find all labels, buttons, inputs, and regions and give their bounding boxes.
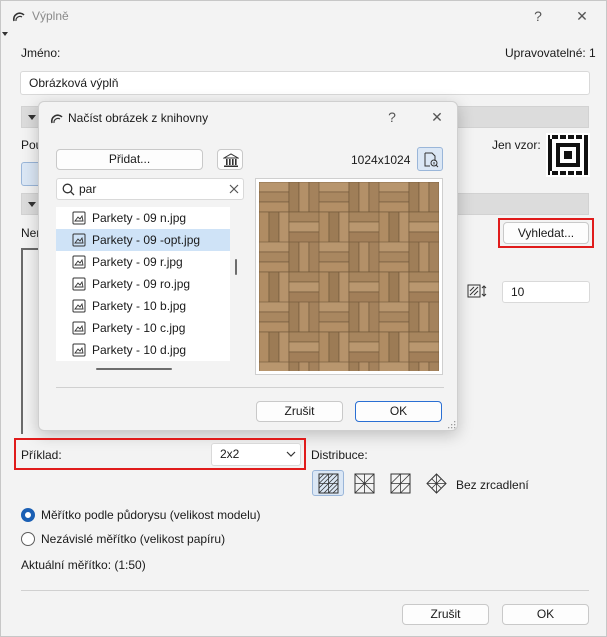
- clear-icon[interactable]: [229, 184, 239, 194]
- search-box[interactable]: par: [56, 178, 244, 200]
- editable-count: Upravovatelné: 1: [505, 46, 596, 60]
- image-file-icon: [72, 277, 86, 291]
- list-item-label: Parkety - 10 d.jpg: [92, 343, 187, 357]
- list-scrollbar[interactable]: [235, 259, 237, 275]
- list-item-label: Parkety - 10 b.jpg: [92, 299, 187, 313]
- list-h-scrollbar[interactable]: [96, 368, 172, 370]
- list-item-label: Parkety - 10 c.jpg: [92, 321, 186, 335]
- add-button[interactable]: Přidat...: [56, 149, 203, 170]
- distribution-option-2[interactable]: [348, 470, 380, 496]
- list-item[interactable]: Parkety - 10 b.jpg: [56, 295, 230, 317]
- tile-distribution-icon: [354, 473, 375, 494]
- dialog-close-button[interactable]: ✕: [422, 105, 452, 129]
- distribution-option-1[interactable]: [312, 470, 344, 496]
- dialog-separator: [56, 387, 444, 388]
- dialog-help-button[interactable]: ?: [377, 105, 407, 129]
- example-label: Příklad:: [21, 448, 62, 462]
- tile-distribution-icon: [426, 473, 447, 494]
- list-item[interactable]: Parkety - 10 c.jpg: [56, 317, 230, 339]
- image-file-icon: [72, 321, 86, 335]
- image-resolution: 1024x1024: [351, 153, 411, 167]
- menu-caret-icon: [2, 32, 8, 36]
- list-item-label: Parkety - 09 ro.jpg: [92, 277, 191, 291]
- image-preview: [255, 178, 443, 375]
- scale-model-radio[interactable]: [21, 508, 35, 522]
- dialog-ok-button[interactable]: OK: [355, 401, 442, 422]
- parquet-texture: [259, 182, 439, 371]
- ok-button[interactable]: OK: [502, 604, 589, 625]
- image-list[interactable]: Parkety - 09 n.jpg Parkety - 09 -opt.jpg P…: [56, 207, 230, 361]
- window-title: Výplně: [32, 9, 69, 23]
- scale-paper-radio[interactable]: [21, 532, 35, 546]
- list-item-label: Parkety - 09 r.jpg: [92, 255, 183, 269]
- name-input[interactable]: Obrázková výplň: [20, 71, 590, 95]
- help-button[interactable]: ?: [523, 4, 553, 28]
- load-image-dialog: Načíst obrázek z knihovny ? ✕ Přidat... …: [38, 101, 458, 431]
- image-file-icon: [72, 255, 86, 269]
- image-file-icon: [72, 343, 86, 357]
- mirror-label: Bez zrcadlení: [456, 478, 529, 492]
- name-label: Jméno:: [21, 46, 61, 60]
- list-item[interactable]: Parkety - 09 -opt.jpg: [56, 229, 230, 251]
- footer-separator: [21, 590, 589, 591]
- scale-paper-label[interactable]: Nezávislé měřítko (velikost papíru): [41, 532, 225, 546]
- list-item-label: Parkety - 09 n.jpg: [92, 211, 187, 225]
- list-item-label: Parkety - 09 -opt.jpg: [92, 233, 201, 247]
- chevron-down-icon: [28, 202, 36, 207]
- preview-frame-edge: [21, 248, 23, 434]
- example-select[interactable]: 2x2: [211, 443, 301, 466]
- search-icon: [62, 183, 75, 196]
- distribution-option-3[interactable]: [384, 470, 416, 496]
- list-item[interactable]: Parkety - 10 d.jpg: [56, 339, 230, 361]
- close-button[interactable]: ✕: [567, 4, 597, 28]
- example-value: 2x2: [220, 447, 240, 461]
- app-icon: [50, 114, 63, 124]
- chevron-down-icon: [286, 451, 296, 457]
- tile-distribution-icon: [390, 473, 411, 494]
- library-icon: [223, 153, 239, 167]
- image-file-icon: [72, 299, 86, 313]
- search-button[interactable]: Vyhledat...: [503, 222, 589, 244]
- cancel-button[interactable]: Zrušit: [402, 604, 489, 625]
- preview-info-button[interactable]: [417, 147, 443, 171]
- distribution-option-4[interactable]: [420, 470, 452, 496]
- app-icon: [12, 12, 25, 22]
- dialog-cancel-button[interactable]: Zrušit: [256, 401, 343, 422]
- chevron-down-icon: [28, 115, 36, 120]
- current-scale: Aktuální měřítko: (1:50): [21, 558, 146, 572]
- distribution-label: Distribuce:: [311, 448, 368, 462]
- pattern-preview-icon: [546, 133, 590, 177]
- list-item[interactable]: Parkety - 09 ro.jpg: [56, 273, 230, 295]
- list-item[interactable]: Parkety - 09 r.jpg: [56, 251, 230, 273]
- size-input[interactable]: 10: [502, 281, 590, 303]
- size-icon: [467, 284, 487, 298]
- search-input[interactable]: par: [79, 179, 96, 199]
- image-file-icon: [72, 233, 86, 247]
- scale-model-label[interactable]: Měřítko podle půdorysu (velikost modelu): [41, 508, 260, 522]
- library-button[interactable]: [217, 149, 243, 170]
- title-bar: Výplně ? ✕: [0, 0, 607, 32]
- tile-distribution-icon: [318, 473, 339, 494]
- image-file-icon: [72, 211, 86, 225]
- jen-vzor-label: Jen vzor:: [492, 138, 541, 152]
- file-search-icon: [424, 152, 439, 168]
- resize-grip-icon[interactable]: [447, 420, 456, 429]
- dialog-title: Načíst obrázek z knihovny: [68, 111, 209, 125]
- list-item[interactable]: Parkety - 09 n.jpg: [56, 207, 230, 229]
